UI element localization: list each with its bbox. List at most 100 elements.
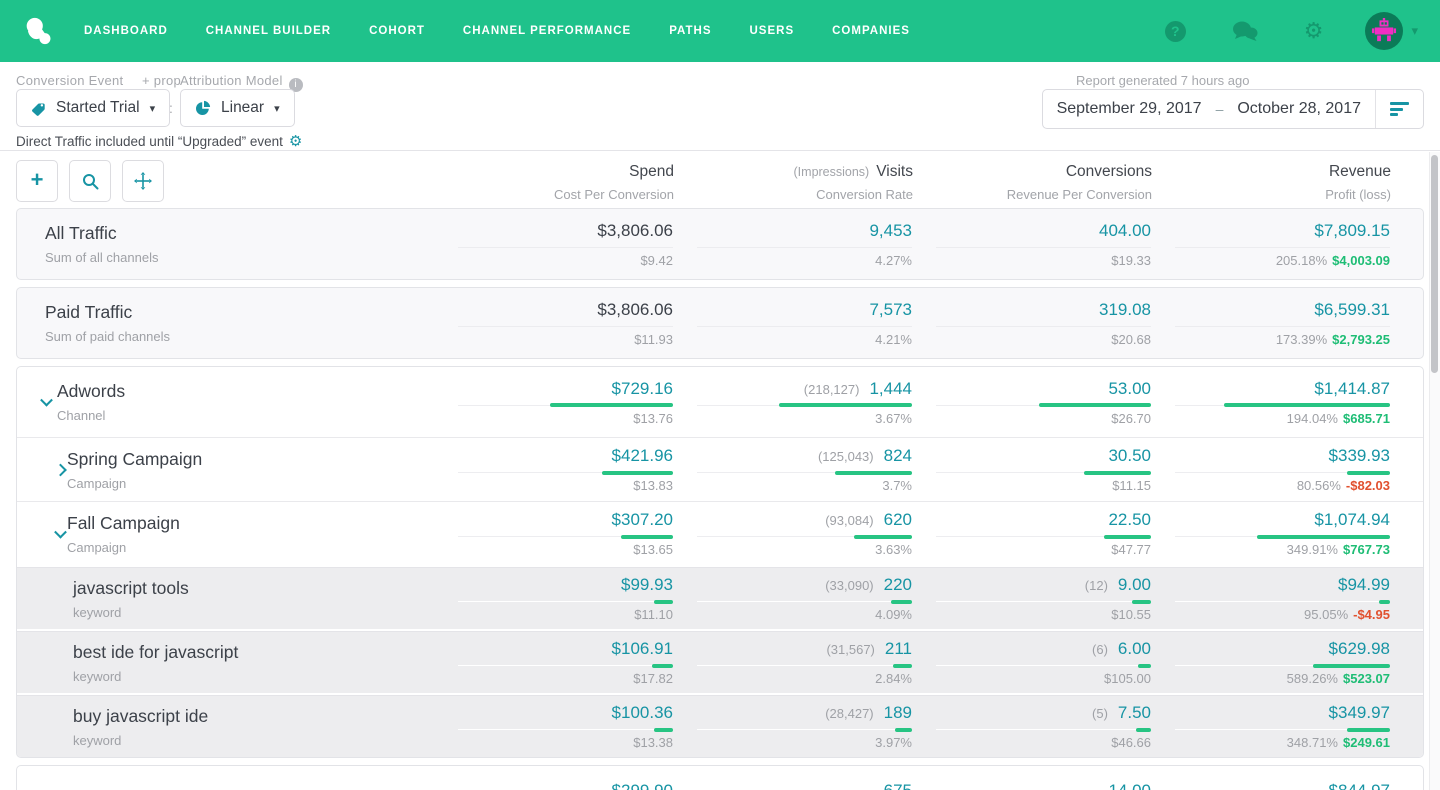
table-row[interactable]: buy javascript idekeyword$100.36$13.38(2… — [17, 695, 1423, 757]
column-header-revenue[interactable]: RevenueProfit (loss) — [1152, 160, 1391, 202]
value-cell: (218,127)1,4443.67% — [673, 379, 912, 426]
move-button[interactable] — [122, 160, 164, 202]
value-main[interactable]: 7,573 — [869, 300, 912, 319]
value-line: 53.00 — [936, 379, 1151, 399]
attribution-model-dropdown[interactable]: Linear ▾ — [180, 89, 295, 127]
user-avatar[interactable] — [1365, 12, 1403, 50]
date-range-picker[interactable]: September 29, 2017 – October 28, 2017 — [1042, 89, 1424, 129]
value-main[interactable]: $349.97 — [1329, 703, 1390, 722]
value-main[interactable]: 9,453 — [869, 221, 912, 240]
nav-item-channel-performance[interactable]: CHANNEL PERFORMANCE — [463, 25, 631, 37]
value-main[interactable]: 53.00 — [1108, 379, 1151, 398]
value-main[interactable]: 14.00 — [1108, 781, 1151, 790]
value-meter — [936, 665, 1151, 666]
date-options-button[interactable] — [1375, 90, 1423, 128]
value-main[interactable]: 6.00 — [1118, 639, 1151, 658]
meter-fill — [602, 471, 673, 475]
value-prefix: (12) — [1085, 578, 1108, 593]
nav-item-dashboard[interactable]: DASHBOARD — [84, 25, 168, 37]
value-sub-line: $20.68 — [936, 332, 1151, 347]
value-main[interactable]: $1,414.87 — [1314, 379, 1390, 398]
value-sub-line: $19.33 — [936, 253, 1151, 268]
chat-icon[interactable] — [1232, 20, 1258, 42]
row-name-cell: AdwordsChannel — [17, 381, 434, 423]
value-main[interactable]: 220 — [884, 575, 912, 594]
column-header-conversions[interactable]: ConversionsRevenue Per Conversion — [913, 160, 1152, 202]
date-end[interactable]: October 28, 2017 — [1223, 100, 1375, 118]
value-main[interactable]: 7.50 — [1118, 703, 1151, 722]
value-line: $3,806.06 — [458, 221, 673, 241]
table-row: All TrafficSum of all channels$3,806.06$… — [17, 209, 1423, 279]
nav-item-cohort[interactable]: COHORT — [369, 25, 425, 37]
add-prop-link[interactable]: + prop — [142, 73, 181, 88]
row-name-cell: javascript toolskeyword — [17, 578, 434, 620]
value-main[interactable]: $99.93 — [621, 575, 673, 594]
value-main[interactable]: $1,074.94 — [1314, 510, 1390, 529]
column-main-label: Visits — [876, 163, 913, 180]
value-main[interactable]: $339.93 — [1329, 446, 1390, 465]
vertical-scrollbar[interactable] — [1429, 152, 1440, 790]
value-main[interactable]: 30.50 — [1108, 446, 1151, 465]
value-cell: 7,5734.21% — [673, 300, 912, 347]
value-main[interactable]: 319.08 — [1099, 300, 1151, 319]
add-channel-button[interactable]: + — [16, 160, 58, 202]
value-sub-line: $47.77 — [936, 542, 1151, 557]
value-main[interactable]: $421.96 — [612, 446, 673, 465]
value-cell: 30.50$11.15 — [912, 446, 1151, 493]
note-settings-icon[interactable]: ⚙ — [289, 133, 302, 150]
value-main[interactable]: 9.00 — [1118, 575, 1151, 594]
value-sub-line: 95.05%-$4.95 — [1175, 607, 1390, 622]
profit-value: -$82.03 — [1346, 478, 1390, 493]
value-main[interactable]: 620 — [884, 510, 912, 529]
column-main-label: Revenue — [1329, 163, 1391, 180]
value-sub-line: 3.63% — [697, 542, 912, 557]
value-main[interactable]: $299.90 — [612, 781, 673, 790]
date-start[interactable]: September 29, 2017 — [1043, 100, 1216, 118]
nav-item-users[interactable]: USERS — [750, 25, 795, 37]
column-header-spend[interactable]: SpendCost Per Conversion — [435, 160, 674, 202]
table-row[interactable]: Video$299.9067514.00$844.97 — [17, 766, 1423, 790]
table-row[interactable]: AdwordsChannel$729.16$13.76(218,127)1,44… — [17, 367, 1423, 437]
table-row[interactable]: best ide for javascriptkeyword$106.91$17… — [17, 631, 1423, 693]
row-subtitle: keyword — [17, 605, 434, 620]
value-line: (218,127)1,444 — [697, 379, 912, 399]
value-main[interactable]: $844.97 — [1329, 781, 1390, 790]
help-icon[interactable]: ? — [1165, 21, 1186, 42]
value-cell: $729.16$13.76 — [434, 379, 673, 426]
value-main[interactable]: 675 — [884, 781, 912, 790]
value-meter — [1175, 247, 1390, 248]
value-main[interactable]: 824 — [884, 446, 912, 465]
conversion-event-dropdown[interactable]: Started Trial ▾ — [16, 89, 170, 127]
table-row[interactable]: javascript toolskeyword$99.93$11.10(33,0… — [17, 567, 1423, 629]
value-main[interactable]: $6,599.31 — [1314, 300, 1390, 319]
meter-fill — [621, 535, 673, 539]
table-row[interactable]: Spring CampaignCampaign$421.96$13.83(125… — [17, 437, 1423, 501]
value-main[interactable]: $94.99 — [1338, 575, 1390, 594]
value-main[interactable]: $629.98 — [1329, 639, 1390, 658]
table-row[interactable]: Fall CampaignCampaign$307.20$13.65(93,08… — [17, 501, 1423, 565]
value-main[interactable]: 211 — [885, 639, 912, 658]
value-sub: $20.68 — [1111, 332, 1151, 347]
value-main[interactable]: 189 — [884, 703, 912, 722]
nav-item-channel-builder[interactable]: CHANNEL BUILDER — [206, 25, 331, 37]
nav-item-paths[interactable]: PATHS — [669, 25, 711, 37]
value-main[interactable]: $307.20 — [612, 510, 673, 529]
value-main[interactable]: 22.50 — [1108, 510, 1151, 529]
value-main[interactable]: $729.16 — [612, 379, 673, 398]
value-main[interactable]: $100.36 — [612, 703, 673, 722]
column-header-line: (Impressions)Visits — [674, 163, 913, 181]
column-header-visits[interactable]: (Impressions)VisitsConversion Rate — [674, 160, 913, 202]
value-meter — [1175, 665, 1390, 666]
value-main[interactable]: $106.91 — [612, 639, 673, 658]
settings-icon[interactable]: ⚙ — [1304, 20, 1324, 42]
value-main[interactable]: 1,444 — [869, 379, 912, 398]
value-meter — [936, 536, 1151, 537]
value-prefix: (33,090) — [825, 578, 873, 593]
value-main[interactable]: 404.00 — [1099, 221, 1151, 240]
value-main[interactable]: $7,809.15 — [1314, 221, 1390, 240]
value-prefix: (31,567) — [826, 642, 874, 657]
scrollbar-thumb[interactable] — [1431, 155, 1438, 373]
nav-item-companies[interactable]: COMPANIES — [832, 25, 910, 37]
avatar-chevron-icon[interactable]: ▾ — [1411, 23, 1418, 39]
search-button[interactable] — [69, 160, 111, 202]
